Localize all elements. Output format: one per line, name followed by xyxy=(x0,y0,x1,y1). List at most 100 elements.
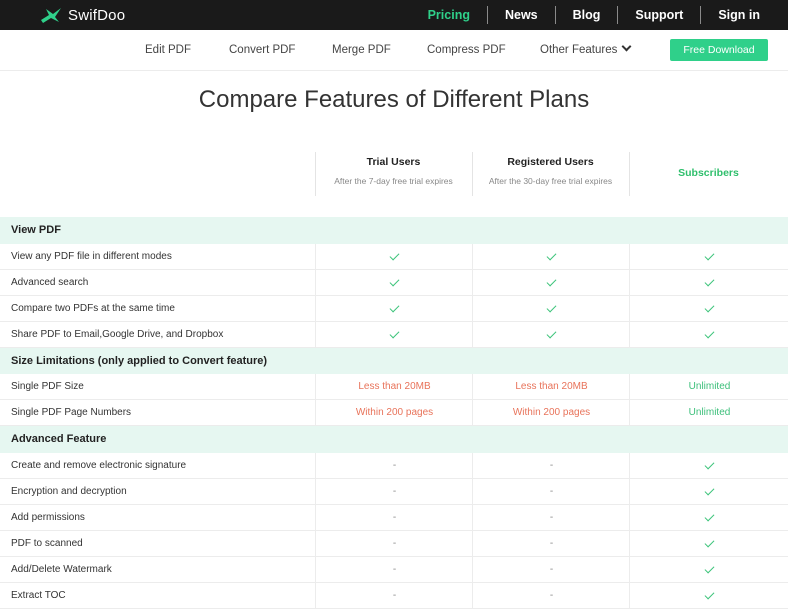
cell-registered: - xyxy=(472,556,630,582)
plan-name: Subscribers xyxy=(678,167,739,179)
plan-name: Trial Users xyxy=(366,156,421,168)
feature-label: Share PDF to Email,Google Drive, and Dro… xyxy=(11,328,224,340)
free-download-button[interactable]: Free Download xyxy=(670,39,768,61)
check-icon xyxy=(704,459,715,469)
cell-registered xyxy=(472,295,630,321)
cell-registered: Less than 20MB xyxy=(472,374,630,399)
nav-blog[interactable]: Blog xyxy=(556,0,618,30)
check-icon xyxy=(389,328,400,338)
check-icon xyxy=(704,302,715,312)
feature-label: Advanced search xyxy=(11,276,89,288)
check-icon xyxy=(704,511,715,521)
cell-trial: - xyxy=(315,452,473,478)
table-row: Add permissions - - xyxy=(0,504,788,531)
table-row: Extract TOC - - xyxy=(0,582,788,609)
plan-name: Registered Users xyxy=(507,156,594,168)
check-icon xyxy=(704,563,715,573)
section-header: Advanced Feature xyxy=(0,426,788,453)
section-header: Size Limitations (only applied to Conver… xyxy=(0,347,788,374)
cell-registered: - xyxy=(472,504,630,530)
cell-subscribers xyxy=(629,530,788,556)
feature-label: Add permissions xyxy=(11,511,85,523)
table-row: Compare two PDFs at the same time xyxy=(0,295,788,322)
section-header: View PDF xyxy=(0,217,788,244)
table-row: View any PDF file in different modes xyxy=(0,243,788,270)
subnav-other-features-label: Other Features xyxy=(540,44,618,56)
plan-header-trial: Trial Users After the 7-day free trial e… xyxy=(315,152,472,196)
cell-registered: - xyxy=(472,530,630,556)
cell-trial: - xyxy=(315,582,473,608)
cell-trial xyxy=(315,269,473,295)
nav-sign-in[interactable]: Sign in xyxy=(701,0,788,30)
check-icon xyxy=(389,302,400,312)
check-icon xyxy=(704,485,715,495)
cell-subscribers xyxy=(629,243,788,269)
subnav-other-features[interactable]: Other Features xyxy=(540,30,632,70)
check-icon xyxy=(389,276,400,286)
cell-subscribers xyxy=(629,452,788,478)
feature-label: Encryption and decryption xyxy=(11,485,127,497)
check-icon xyxy=(704,276,715,286)
check-icon xyxy=(389,250,400,260)
section-title: View PDF xyxy=(11,224,61,236)
feature-label: View any PDF file in different modes xyxy=(11,250,172,262)
subnav-convert-pdf[interactable]: Convert PDF xyxy=(229,30,295,70)
cell-subscribers xyxy=(629,321,788,347)
table-row: Single PDF Size Less than 20MB Less than… xyxy=(0,374,788,400)
cell-registered: - xyxy=(472,452,630,478)
cell-subscribers xyxy=(629,269,788,295)
subnav-merge-pdf[interactable]: Merge PDF xyxy=(332,30,391,70)
cell-trial: Within 200 pages xyxy=(315,400,473,425)
cell-trial: Less than 20MB xyxy=(315,374,473,399)
subnav-edit-pdf[interactable]: Edit PDF xyxy=(145,30,191,70)
table-row: PDF to scanned - - xyxy=(0,530,788,557)
cell-registered xyxy=(472,321,630,347)
cell-subscribers xyxy=(629,556,788,582)
cell-registered xyxy=(472,243,630,269)
plan-header-subscribers: Subscribers xyxy=(629,152,788,196)
check-icon xyxy=(546,250,557,260)
cell-trial xyxy=(315,295,473,321)
comparison-table: View PDF View any PDF file in different … xyxy=(0,217,788,609)
cell-trial xyxy=(315,321,473,347)
plan-description: After the 7-day free trial expires xyxy=(334,176,453,186)
check-icon xyxy=(546,328,557,338)
cell-trial: - xyxy=(315,530,473,556)
table-row: Encryption and decryption - - xyxy=(0,478,788,505)
feature-label: Create and remove electronic signature xyxy=(11,459,187,471)
cell-subscribers: Unlimited xyxy=(629,374,788,399)
brand-logo[interactable]: SwifDoo xyxy=(40,5,125,25)
table-row: Share PDF to Email,Google Drive, and Dro… xyxy=(0,321,788,348)
nav-news[interactable]: News xyxy=(488,0,555,30)
check-icon xyxy=(546,276,557,286)
cell-trial: - xyxy=(315,504,473,530)
table-row: Advanced search xyxy=(0,269,788,296)
feature-label: Add/Delete Watermark xyxy=(11,563,112,575)
cell-trial: - xyxy=(315,556,473,582)
table-row: Add/Delete Watermark - - xyxy=(0,556,788,583)
check-icon xyxy=(704,250,715,260)
cell-trial: - xyxy=(315,478,473,504)
table-row: Single PDF Page Numbers Within 200 pages… xyxy=(0,400,788,426)
check-icon xyxy=(546,302,557,312)
feature-label: Single PDF Size xyxy=(11,381,84,392)
feature-label: Extract TOC xyxy=(11,589,66,601)
check-icon xyxy=(704,328,715,338)
feature-label: PDF to scanned xyxy=(11,537,83,549)
feature-label: Single PDF Page Numbers xyxy=(11,407,132,418)
nav-support[interactable]: Support xyxy=(618,0,700,30)
cell-subscribers xyxy=(629,295,788,321)
brand-name: SwifDoo xyxy=(68,6,126,24)
feature-nav: Edit PDF Convert PDF Merge PDF Compress … xyxy=(0,30,788,71)
cell-registered: - xyxy=(472,478,630,504)
check-icon xyxy=(704,537,715,547)
cell-registered: - xyxy=(472,582,630,608)
subnav-compress-pdf[interactable]: Compress PDF xyxy=(427,30,506,70)
page-title: Compare Features of Different Plans xyxy=(198,86,590,113)
nav-pricing[interactable]: Pricing xyxy=(411,0,487,30)
top-nav: Pricing News Blog Support Sign in xyxy=(411,0,788,30)
cell-subscribers xyxy=(629,478,788,504)
cell-trial xyxy=(315,243,473,269)
top-bar: SwifDoo Pricing News Blog Support Sign i… xyxy=(0,0,788,30)
chevron-down-icon xyxy=(621,41,632,52)
